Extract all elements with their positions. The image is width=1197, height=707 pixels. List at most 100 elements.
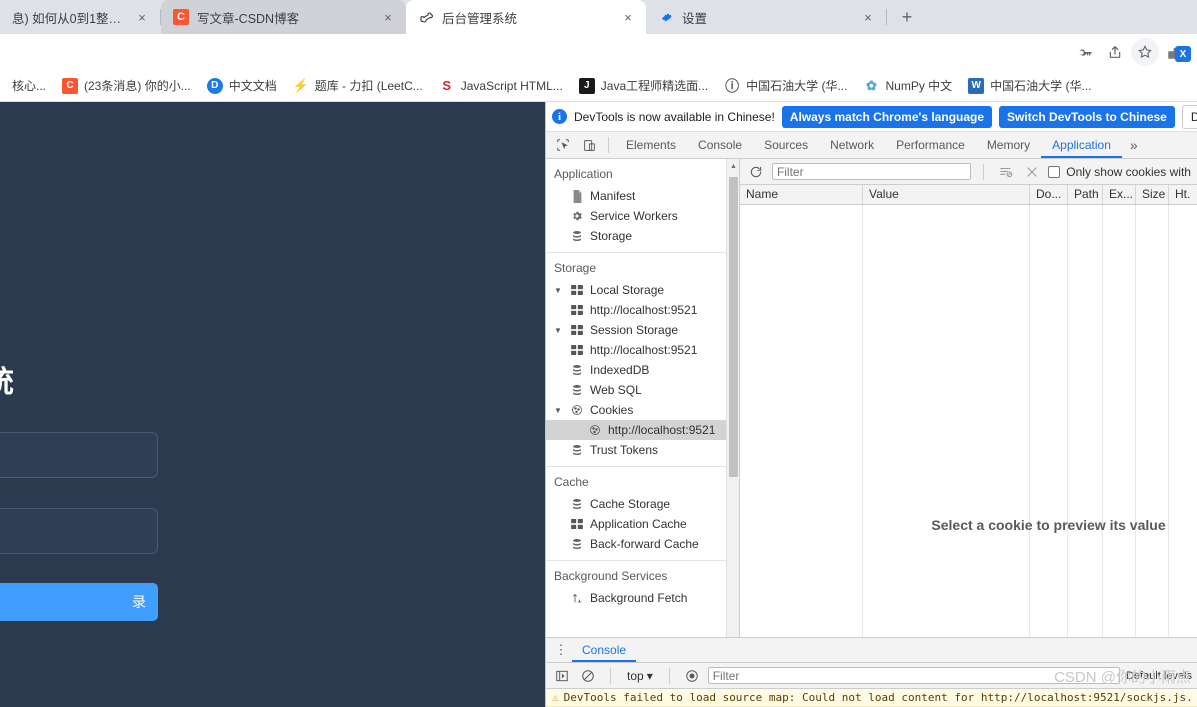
username-field[interactable] [0,432,158,478]
live-expression-icon[interactable] [682,669,702,683]
sidebar-item-cookies-origin[interactable]: http://localhost:9521 [546,420,739,440]
tab-performance[interactable]: Performance [885,132,976,158]
clear-console-icon[interactable] [578,669,598,683]
sidebar-item-session-storage[interactable]: ▼ Session Storage [546,320,739,340]
sidebar-item-manifest[interactable]: Manifest [546,186,739,206]
browser-tab-0[interactable]: 息) 如何从0到1整合出一 × [0,0,160,34]
more-tabs-icon[interactable]: » [1122,137,1146,153]
university-icon: ⓘ [725,77,740,94]
sidebar-item-local-storage-origin[interactable]: http://localhost:9521 [546,300,739,320]
browser-tab-2[interactable]: 后台管理系统 × [406,0,646,34]
clear-all-cookies-icon[interactable] [1022,165,1042,179]
browser-tab-1[interactable]: C 写文章-CSDN博客 × [161,0,406,34]
bookmark-item[interactable]: 核心... [4,74,54,97]
star-icon[interactable] [1131,38,1159,66]
sidebar-item-session-storage-origin[interactable]: http://localhost:9521 [546,340,739,360]
console-drawer: ⋮ Console top ▾ Filter Default levels ⚠ … [546,637,1197,707]
scroll-up-icon[interactable]: ▲ [727,159,739,173]
chevron-down-icon[interactable]: ▼ [554,406,564,415]
bookmark-item[interactable]: S JavaScript HTML... [431,75,571,97]
sidebar-item-indexeddb[interactable]: IndexedDB [546,360,739,380]
sidebar-item-web-sql[interactable]: Web SQL [546,380,739,400]
column-header-httponly[interactable]: Ht. [1169,185,1197,204]
chevron-down-icon[interactable]: ▼ [554,326,564,335]
clear-filtered-icon[interactable] [996,165,1016,179]
sidebar-item-label: Web SQL [590,383,642,397]
close-icon[interactable]: × [380,9,396,25]
device-toolbar-icon[interactable] [576,133,602,157]
only-show-cookies-checkbox[interactable] [1048,165,1061,178]
close-icon[interactable]: × [620,9,636,25]
column-header-path[interactable]: Path [1068,185,1103,204]
tab-network[interactable]: Network [819,132,885,158]
bookmark-item[interactable]: ⚡ 题库 - 力扣 (LeetC... [285,74,431,97]
column-header-domain[interactable]: Do... [1030,185,1068,204]
tab-application[interactable]: Application [1041,132,1122,158]
sidebar-scrollbar[interactable]: ▲ ▼ [726,159,739,707]
new-tab-button[interactable]: + [893,3,921,31]
database-icon [570,444,584,456]
cookies-toolbar: Filter Only show cookies with [740,159,1197,185]
chevron-down-icon[interactable]: ▼ [554,286,564,295]
section-header: Application [554,167,613,181]
sidebar-item-cookies[interactable]: ▼ Cookies [546,400,739,420]
column-header-name[interactable]: Name [740,185,863,204]
bookmark-item[interactable]: ✿ NumPy 中文 [855,74,960,97]
bookmark-item[interactable]: J Java工程师精选面... [571,74,716,97]
sidebar-item-storage[interactable]: Storage [546,226,739,246]
sidebar-item-back-forward-cache[interactable]: Back-forward Cache [546,534,739,554]
console-message-row[interactable]: ⚠ DevTools failed to load source map: Co… [546,689,1197,707]
key-icon[interactable] [1071,38,1099,66]
switch-devtools-language-button[interactable]: Switch DevTools to Chinese [999,105,1175,128]
password-field[interactable] [0,508,158,554]
devtools-body: Application Manifest Service Workers Sto… [546,159,1197,707]
sidebar-item-trust-tokens[interactable]: Trust Tokens [546,440,739,460]
chevron-down-icon: ▾ [646,668,653,683]
browser-tab-3[interactable]: 设置 × [646,0,886,34]
sidebar-item-service-workers[interactable]: Service Workers [546,206,739,226]
close-icon[interactable]: × [134,9,150,25]
manifest-icon [570,189,584,203]
sidebar-item-label: Service Workers [590,209,678,223]
always-match-language-button[interactable]: Always match Chrome's language [781,105,993,128]
column-header-size[interactable]: Size [1136,185,1169,204]
bookmark-item[interactable]: D 中文文档 [199,74,285,97]
share-icon[interactable] [1101,38,1129,66]
bookmark-item[interactable]: W 中国石油大学 (华... [960,74,1099,97]
database-icon [570,498,584,510]
console-filter-input[interactable]: Filter [707,667,1120,684]
bookmark-item[interactable]: ⓘ 中国石油大学 (华... [716,74,855,97]
tab-elements[interactable]: Elements [615,132,687,158]
tab-sources[interactable]: Sources [753,132,819,158]
console-message-text: DevTools failed to load source map: Coul… [563,691,1193,704]
refresh-icon[interactable] [746,165,766,179]
kebab-menu-icon[interactable]: ⋮ [550,642,572,658]
scrollbar-thumb[interactable] [729,177,738,477]
inspect-element-icon[interactable] [550,133,576,157]
sidebar-item-background-fetch[interactable]: Background Fetch [546,588,739,608]
sidebar-item-application-cache[interactable]: Application Cache [546,514,739,534]
console-context-selector[interactable]: top ▾ [623,669,657,683]
bookmark-item[interactable]: C (23条消息) 你的小... [54,74,199,97]
info-icon: i [552,109,567,124]
tab-memory[interactable]: Memory [976,132,1041,158]
cookies-filter-input[interactable]: Filter [771,163,972,180]
dismiss-banner-button[interactable]: Don't show [1181,104,1197,129]
close-icon[interactable]: × [860,9,876,25]
sidebar-item-cache-storage[interactable]: Cache Storage [546,494,739,514]
sidebar-section-storage: Storage ▼ Local Storage http://localhost… [546,253,739,467]
console-log-level-selector[interactable]: Default levels [1126,670,1192,682]
column-header-value[interactable]: Value [863,185,1030,204]
database-icon [570,364,584,376]
extension-badge[interactable]: X [1175,46,1191,62]
warning-icon: ⚠ [552,691,559,704]
cookies-table: Name Value Do... Path Ex... Size Ht. Sel… [740,185,1197,707]
drawer-tab-console[interactable]: Console [572,638,637,662]
column-header-expires[interactable]: Ex... [1103,185,1136,204]
login-button[interactable]: 录 [0,583,158,621]
sidebar-item-local-storage[interactable]: ▼ Local Storage [546,280,739,300]
table-icon [570,285,584,295]
university2-icon: W [968,77,985,94]
tab-console[interactable]: Console [687,132,753,158]
show-console-sidebar-icon[interactable] [552,669,572,683]
